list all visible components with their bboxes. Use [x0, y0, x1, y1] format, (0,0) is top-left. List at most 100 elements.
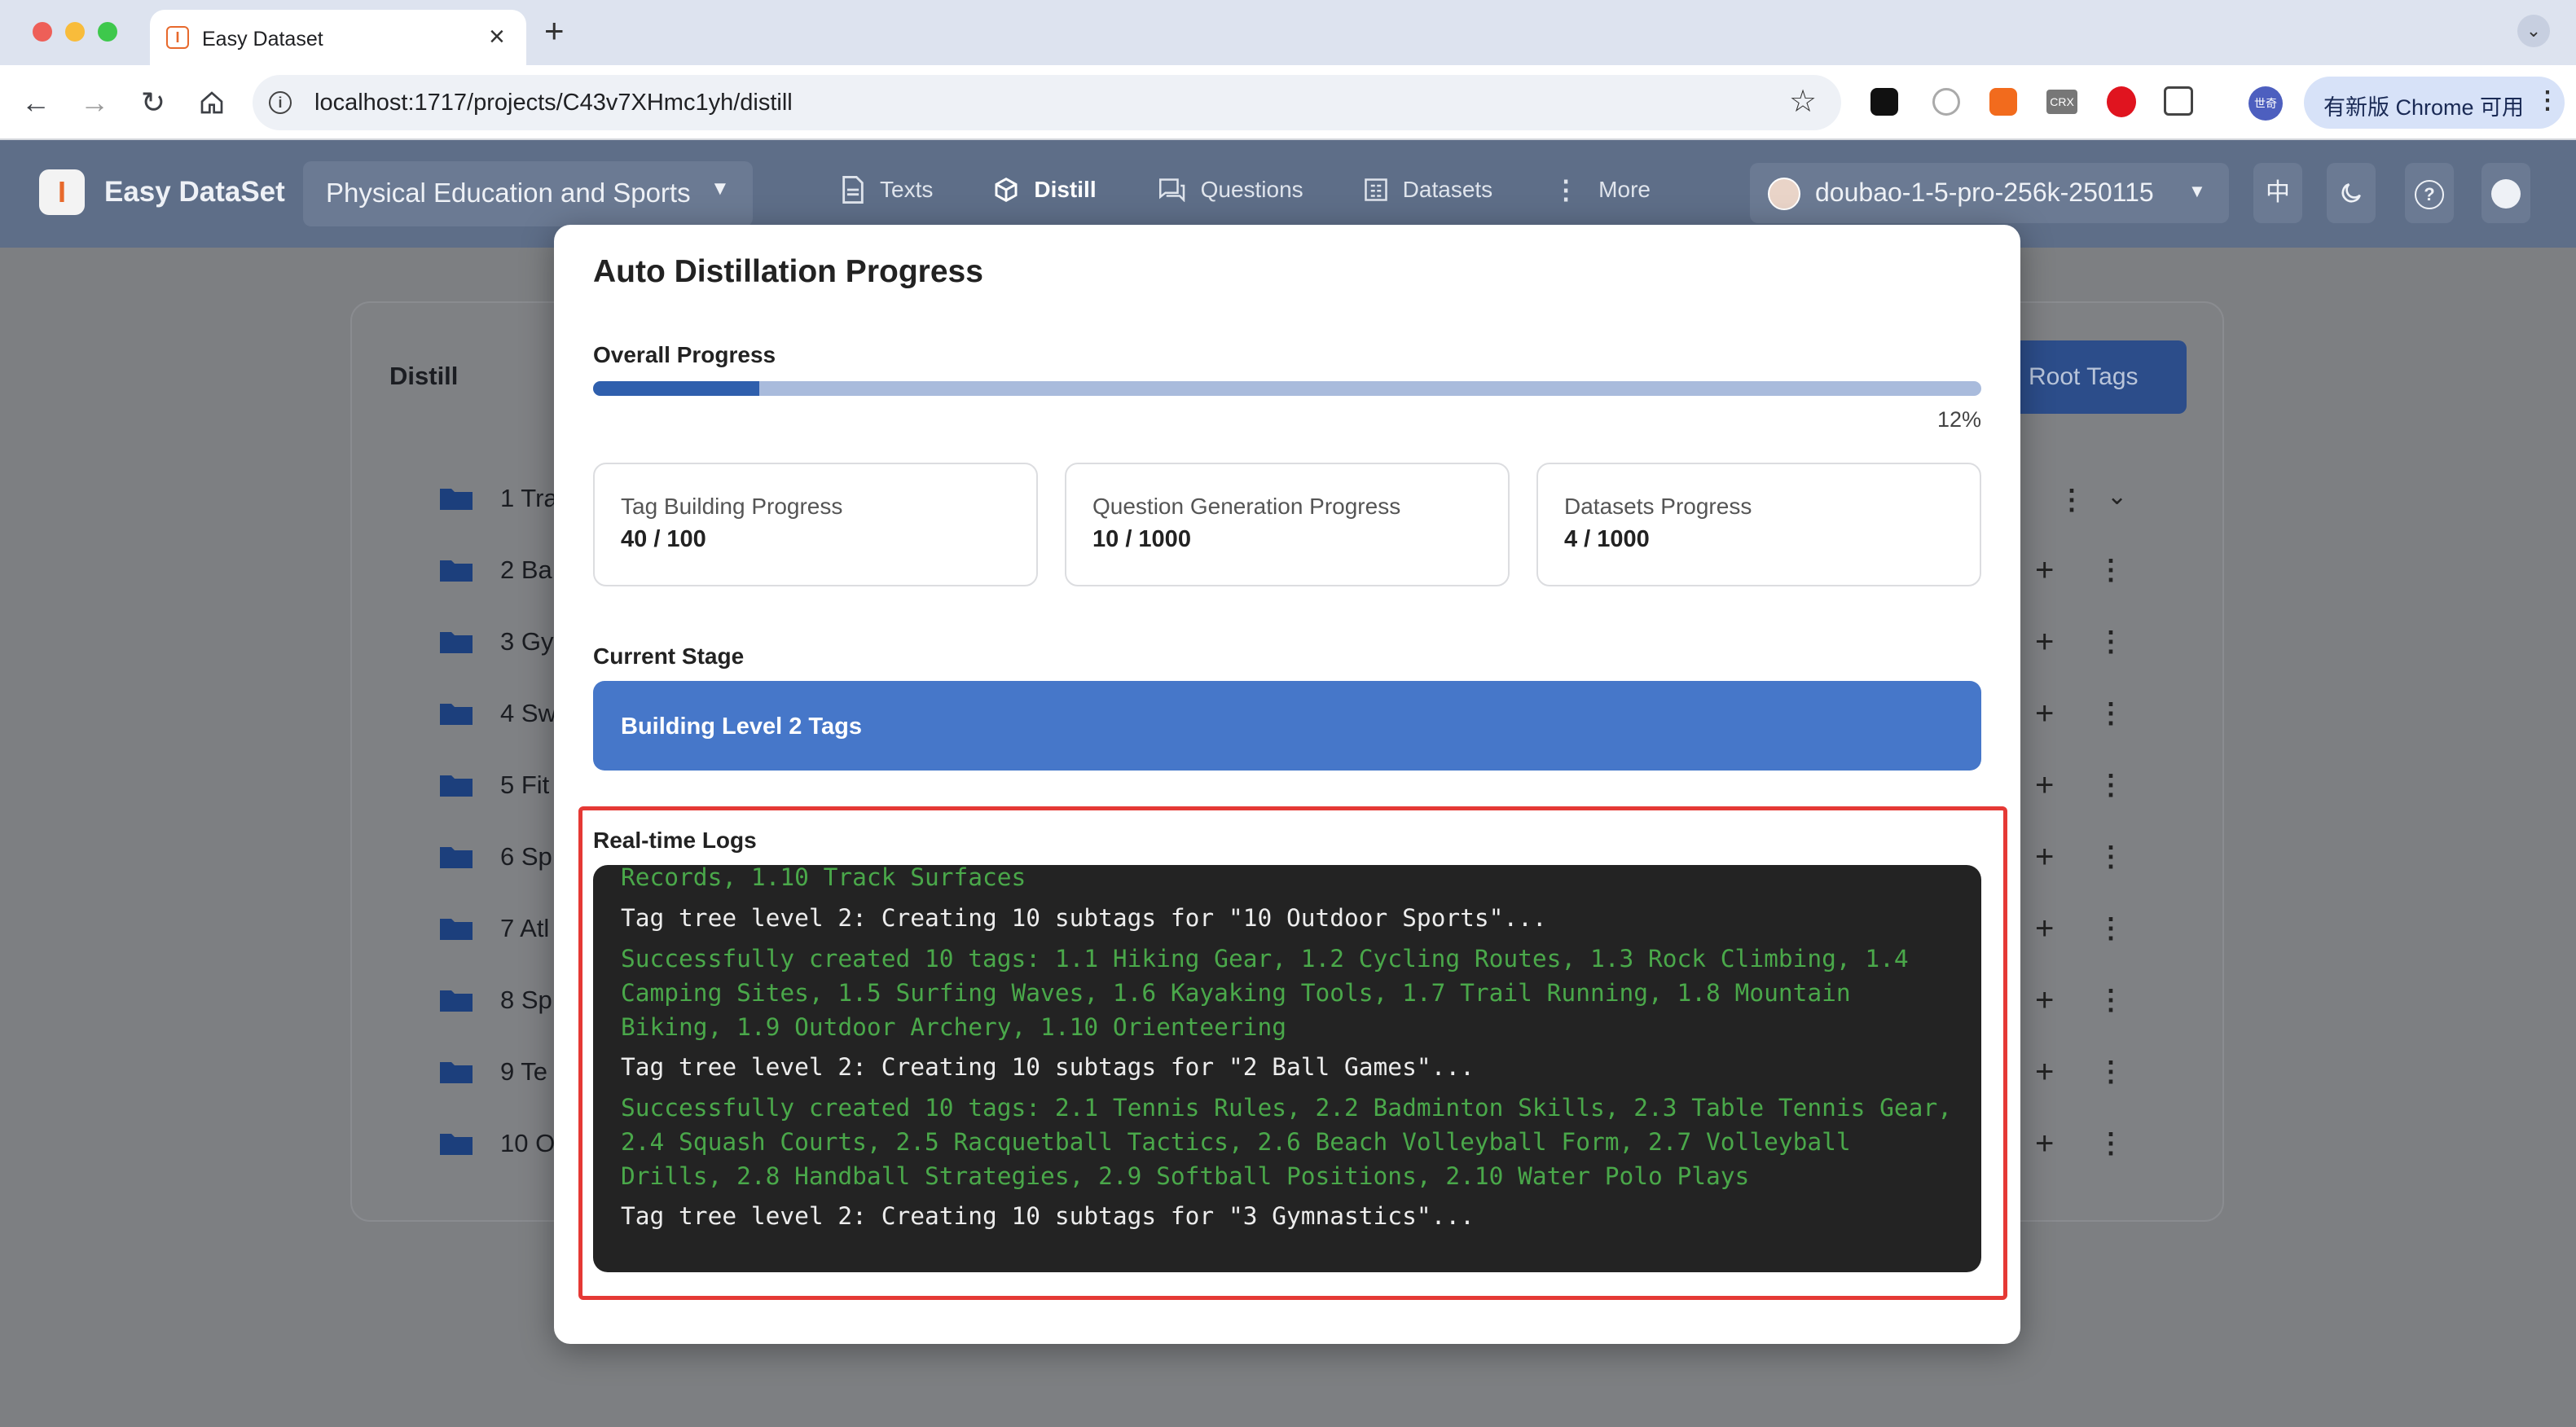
- nav-datasets-label: Datasets: [1402, 177, 1493, 202]
- crx-extension-icon[interactable]: CRX: [2046, 90, 2077, 114]
- tag-row-label[interactable]: 3 Gy: [500, 627, 553, 656]
- extension-icon[interactable]: [1870, 88, 1898, 116]
- row-more-icon[interactable]: ⋮: [2097, 1057, 2125, 1087]
- nav-texts[interactable]: Texts: [841, 174, 933, 205]
- bookmark-star-icon[interactable]: ☆: [1789, 83, 1817, 120]
- folder-icon: [440, 559, 473, 582]
- model-selector[interactable]: doubao-1-5-pro-256k-250115 ▼: [1750, 163, 2229, 223]
- nav-more[interactable]: ⋮ More: [1553, 174, 1651, 205]
- tag-row-label[interactable]: 7 Atl: [500, 914, 549, 943]
- grid-icon: [1364, 178, 1387, 201]
- help-icon: ?: [2415, 180, 2444, 209]
- maximize-window-button[interactable]: [98, 22, 117, 42]
- stat-value: 10 / 1000: [1092, 526, 1191, 552]
- tag-row-label[interactable]: 5 Fit: [500, 771, 549, 800]
- extension-globe-icon[interactable]: [1932, 88, 1960, 116]
- folder-icon: [440, 1060, 473, 1083]
- log-line: Records, 1.10 Track Surfaces: [621, 865, 1026, 891]
- stat-label: Datasets Progress: [1564, 494, 1752, 519]
- tag-row-label[interactable]: 6 Sp: [500, 842, 552, 872]
- nav-texts-label: Texts: [880, 177, 934, 202]
- row-more-icon[interactable]: ⋮: [2097, 914, 2125, 943]
- tag-row-label[interactable]: 8 Sp: [500, 986, 552, 1015]
- new-tab-button[interactable]: +: [544, 11, 565, 50]
- github-button[interactable]: [2481, 163, 2530, 223]
- theme-toggle-button[interactable]: [2327, 163, 2376, 223]
- site-info-icon[interactable]: i: [269, 91, 292, 114]
- row-more-icon[interactable]: ⋮: [2097, 1129, 2125, 1158]
- nav-datasets[interactable]: Datasets: [1364, 174, 1493, 205]
- row-more-icon[interactable]: ⋮: [2097, 842, 2125, 872]
- tag-row-label[interactable]: 4 Sw: [500, 699, 556, 728]
- nav-questions[interactable]: Questions: [1157, 174, 1303, 205]
- address-bar[interactable]: i localhost:1717/projects/C43v7XHmc1yh/d…: [253, 75, 1841, 130]
- add-subtag-icon[interactable]: +: [2035, 1056, 2054, 1088]
- folder-icon: [440, 702, 473, 725]
- forward-arrow-icon[interactable]: →: [78, 86, 111, 119]
- add-subtag-icon[interactable]: +: [2035, 841, 2054, 873]
- nav-distill[interactable]: Distill: [993, 174, 1097, 205]
- nav-distill-label: Distill: [1034, 177, 1097, 202]
- row-expand-chevron-icon[interactable]: ⌄: [2107, 482, 2127, 511]
- extensions-puzzle-icon[interactable]: [2164, 86, 2193, 116]
- reload-icon[interactable]: ↻: [137, 86, 169, 119]
- folder-icon: [440, 487, 473, 510]
- extension-red-icon[interactable]: [2107, 86, 2136, 117]
- minimize-window-button[interactable]: [65, 22, 85, 42]
- language-toggle-button[interactable]: 中: [2253, 163, 2302, 223]
- add-subtag-icon[interactable]: +: [2035, 984, 2054, 1016]
- add-subtag-icon[interactable]: +: [2035, 912, 2054, 945]
- add-subtag-icon[interactable]: +: [2035, 697, 2054, 730]
- folder-icon: [440, 1132, 473, 1155]
- row-more-icon[interactable]: ⋮: [2097, 986, 2125, 1015]
- tag-row-label[interactable]: 9 Te: [500, 1057, 547, 1087]
- tag-building-card: Tag Building Progress 40 / 100: [593, 463, 1038, 586]
- home-icon[interactable]: [196, 86, 228, 119]
- tab-search-chevron-icon[interactable]: ⌄: [2517, 15, 2550, 47]
- back-arrow-icon[interactable]: ←: [20, 86, 52, 119]
- current-stage-label: Current Stage: [593, 643, 745, 669]
- add-subtag-icon[interactable]: +: [2035, 769, 2054, 801]
- row-more-icon[interactable]: ⋮: [2097, 771, 2125, 800]
- github-icon: [2491, 179, 2521, 209]
- model-avatar: [1768, 178, 1800, 210]
- stat-value: 4 / 1000: [1564, 526, 1650, 552]
- row-more-icon[interactable]: ⋮: [2058, 484, 2086, 516]
- close-window-button[interactable]: [33, 22, 52, 42]
- row-more-icon[interactable]: ⋮: [2097, 555, 2125, 585]
- log-line: Tag tree level 2: Creating 10 subtags fo…: [621, 904, 1547, 932]
- chat-icon: [1158, 178, 1185, 202]
- profile-avatar[interactable]: 世奇: [2249, 86, 2283, 121]
- nav-questions-label: Questions: [1200, 177, 1303, 202]
- realtime-logs-console[interactable]: Records, 1.10 Track Surfaces Tag tree le…: [593, 865, 1981, 1272]
- project-selector[interactable]: Physical Education and Sports ▼: [303, 161, 753, 226]
- browser-tab[interactable]: I Easy Dataset ×: [150, 10, 526, 65]
- overall-progress-fill: [593, 381, 760, 396]
- realtime-logs-label: Real-time Logs: [593, 828, 757, 853]
- datasets-progress-card: Datasets Progress 4 / 1000: [1536, 463, 1981, 586]
- current-stage-box: Building Level 2 Tags: [593, 681, 1981, 771]
- distill-title: Distill: [389, 362, 459, 390]
- close-tab-icon[interactable]: ×: [489, 21, 505, 53]
- caret-down-icon: ▼: [710, 178, 730, 200]
- kebab-menu-icon[interactable]: ⋮: [2535, 86, 2560, 115]
- overall-progress-label: Overall Progress: [593, 342, 776, 367]
- document-icon: [842, 176, 864, 204]
- tag-row-label[interactable]: 10 O: [500, 1129, 555, 1158]
- extension-orange-icon[interactable]: [1989, 88, 2017, 116]
- add-subtag-icon[interactable]: +: [2035, 554, 2054, 586]
- chrome-update-button[interactable]: 有新版 Chrome 可用 ⋮: [2304, 77, 2565, 129]
- help-button[interactable]: ?: [2405, 163, 2454, 223]
- add-subtag-icon[interactable]: +: [2035, 1127, 2054, 1160]
- add-subtag-icon[interactable]: +: [2035, 626, 2054, 658]
- row-more-icon[interactable]: ⋮: [2097, 627, 2125, 656]
- folder-icon: [440, 989, 473, 1012]
- project-name: Physical Education and Sports: [326, 178, 691, 208]
- tag-row-label[interactable]: 1 Tra: [500, 484, 558, 513]
- row-more-icon[interactable]: ⋮: [2097, 699, 2125, 728]
- tag-row-label[interactable]: 2 Ba: [500, 555, 552, 585]
- tab-title: Easy Dataset: [202, 28, 323, 50]
- url-text[interactable]: localhost:1717/projects/C43v7XHmc1yh/dis…: [314, 90, 793, 116]
- overall-progress-percent: 12%: [1936, 407, 1981, 432]
- current-stage-value: Building Level 2 Tags: [621, 714, 862, 740]
